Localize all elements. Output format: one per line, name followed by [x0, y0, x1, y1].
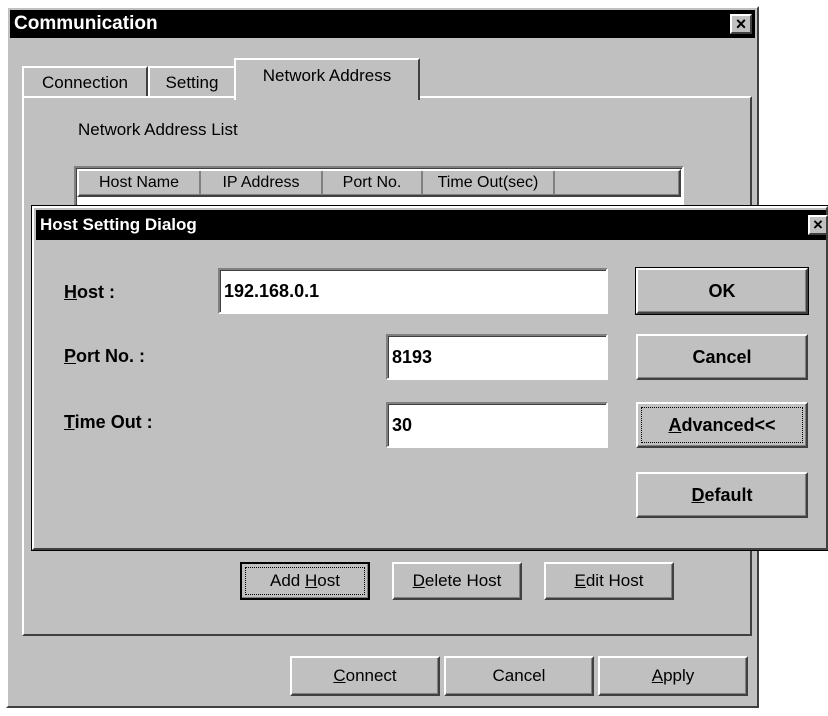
- column-header-time-out[interactable]: Time Out(sec): [423, 171, 555, 195]
- default-button[interactable]: Default: [636, 472, 808, 518]
- tab-network-address[interactable]: Network Address: [234, 58, 420, 100]
- timeout-label: Time Out :: [64, 412, 153, 432]
- list-header: Host Name IP Address Port No. Time Out(s…: [77, 169, 681, 197]
- apply-label: Apply: [651, 666, 695, 685]
- edit-host-button[interactable]: Edit Host: [544, 562, 674, 600]
- tab-connection[interactable]: Connection: [22, 66, 148, 98]
- column-header-ip-address[interactable]: IP Address: [201, 171, 323, 195]
- default-label: Default: [691, 484, 753, 505]
- column-header-label: Time Out(sec): [437, 174, 539, 191]
- column-header-label: Port No.: [342, 174, 402, 191]
- network-address-list-label: Network Address List: [78, 120, 238, 139]
- port-label: Port No. :: [64, 346, 146, 366]
- host-cancel-label: Cancel: [692, 346, 752, 367]
- port-input[interactable]: 8193: [386, 334, 608, 380]
- communication-title-bar[interactable]: Communication: [10, 10, 755, 38]
- timeout-input[interactable]: 30: [386, 402, 608, 448]
- apply-button[interactable]: Apply: [598, 656, 748, 696]
- communication-close-button[interactable]: ×: [730, 14, 752, 34]
- host-cancel-button[interactable]: Cancel: [636, 334, 808, 380]
- tab-connection-label: Connection: [41, 73, 128, 92]
- edit-host-label: Edit Host: [574, 571, 644, 590]
- advanced-label: Advanced<<: [668, 414, 776, 435]
- host-dialog-title: Host Setting Dialog: [40, 215, 197, 234]
- column-header-host-name[interactable]: Host Name: [79, 171, 201, 195]
- delete-host-button[interactable]: Delete Host: [392, 562, 522, 600]
- delete-host-label: Delete Host: [412, 571, 502, 590]
- connect-button[interactable]: Connect: [290, 656, 440, 696]
- timeout-input-value: 30: [392, 414, 413, 435]
- host-dialog-close-button[interactable]: ×: [808, 215, 828, 235]
- host-setting-dialog: Host Setting Dialog × Host : 192.168.0.1…: [32, 206, 828, 550]
- host-input[interactable]: 192.168.0.1: [218, 268, 608, 314]
- cancel-button[interactable]: Cancel: [444, 656, 594, 696]
- close-icon: ×: [735, 13, 747, 34]
- tab-network-address-label: Network Address: [262, 66, 392, 85]
- host-label: Host :: [64, 282, 115, 302]
- ok-button[interactable]: OK: [636, 268, 808, 314]
- tab-setting[interactable]: Setting: [148, 66, 236, 98]
- close-icon: ×: [813, 215, 823, 234]
- column-header-port-no[interactable]: Port No.: [323, 171, 423, 195]
- connect-label: Connect: [333, 666, 397, 685]
- add-host-button[interactable]: Add Host: [240, 562, 370, 600]
- host-dialog-title-bar[interactable]: Host Setting Dialog: [36, 210, 826, 240]
- host-input-value: 192.168.0.1: [224, 280, 320, 301]
- tab-setting-label: Setting: [165, 73, 219, 92]
- ok-label: OK: [708, 280, 736, 301]
- communication-title: Communication: [14, 13, 158, 34]
- cancel-label: Cancel: [492, 666, 546, 685]
- advanced-button[interactable]: Advanced<<: [636, 402, 808, 448]
- column-header-label: Host Name: [98, 174, 180, 191]
- port-input-value: 8193: [392, 346, 433, 367]
- add-host-label: Add Host: [270, 571, 340, 590]
- column-header-label: IP Address: [222, 174, 300, 191]
